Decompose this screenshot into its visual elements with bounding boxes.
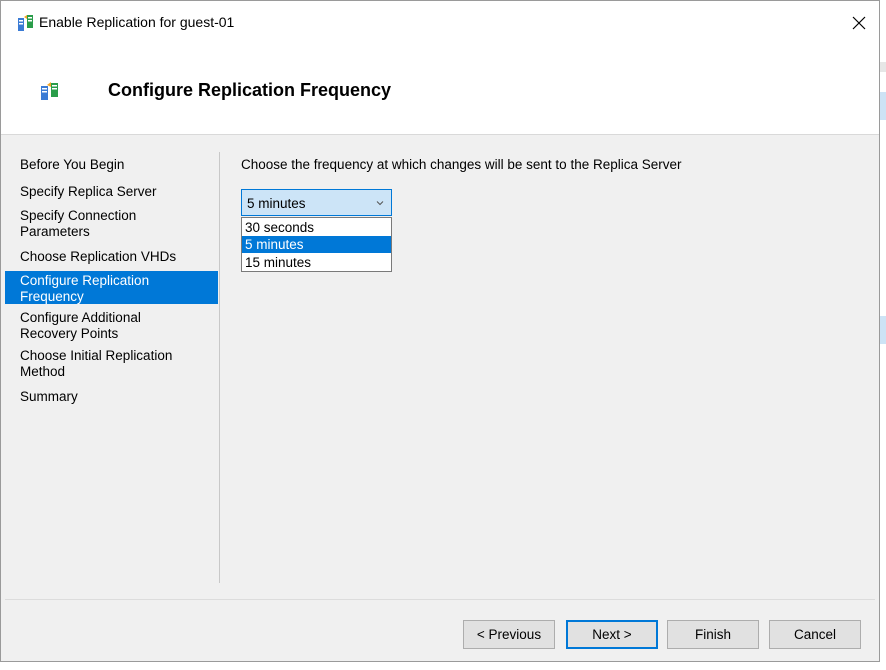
nav-item-configure-replication-frequency[interactable]: Configure Replication Frequency — [5, 271, 218, 304]
nav-item-choose-replication-vhds[interactable]: Choose Replication VHDs — [5, 249, 218, 265]
nav-divider — [219, 152, 220, 583]
frequency-option-30-seconds[interactable]: 30 seconds — [242, 219, 391, 236]
finish-button[interactable]: Finish — [667, 620, 759, 649]
background-window-highlight — [880, 92, 886, 120]
background-window — [880, 0, 886, 670]
chevron-down-icon — [376, 201, 384, 206]
next-button[interactable]: Next > — [566, 620, 658, 649]
frequency-dropdown-list: 30 seconds 5 minutes 15 minutes — [241, 217, 392, 272]
previous-button[interactable]: < Previous — [463, 620, 555, 649]
window-title: Enable Replication for guest-01 — [39, 14, 235, 30]
background-window-highlight — [880, 316, 886, 344]
nav-item-before-you-begin[interactable]: Before You Begin — [5, 157, 218, 173]
nav-item-specify-connection-parameters[interactable]: Specify Connection Parameters — [5, 208, 218, 240]
background-window-band — [880, 62, 886, 72]
replication-icon — [41, 82, 58, 100]
nav-item-summary[interactable]: Summary — [5, 389, 218, 405]
nav-item-configure-additional-recovery-points[interactable]: Configure Additional Recovery Points — [5, 310, 218, 342]
close-icon — [852, 16, 866, 30]
frequency-prompt: Choose the frequency at which changes wi… — [241, 157, 682, 172]
footer-divider — [5, 599, 875, 600]
frequency-option-5-minutes[interactable]: 5 minutes — [242, 236, 391, 253]
cancel-button[interactable]: Cancel — [769, 620, 861, 649]
frequency-selected-value: 5 minutes — [247, 196, 306, 211]
title-bar: Enable Replication for guest-01 — [1, 1, 879, 45]
page-title: Configure Replication Frequency — [108, 80, 392, 100]
frequency-combobox[interactable]: 5 minutes — [241, 189, 392, 216]
close-button[interactable] — [839, 7, 879, 39]
nav-item-choose-initial-replication-method[interactable]: Choose Initial Replication Method — [5, 348, 218, 380]
replication-app-icon — [18, 15, 33, 31]
background-window-bottom — [0, 662, 886, 670]
wizard-header: Configure Replication Frequency — [1, 45, 879, 135]
frequency-option-15-minutes[interactable]: 15 minutes — [242, 254, 391, 271]
nav-item-specify-replica-server[interactable]: Specify Replica Server — [5, 184, 218, 200]
enable-replication-dialog: Enable Replication for guest-01 Configur… — [0, 0, 880, 662]
